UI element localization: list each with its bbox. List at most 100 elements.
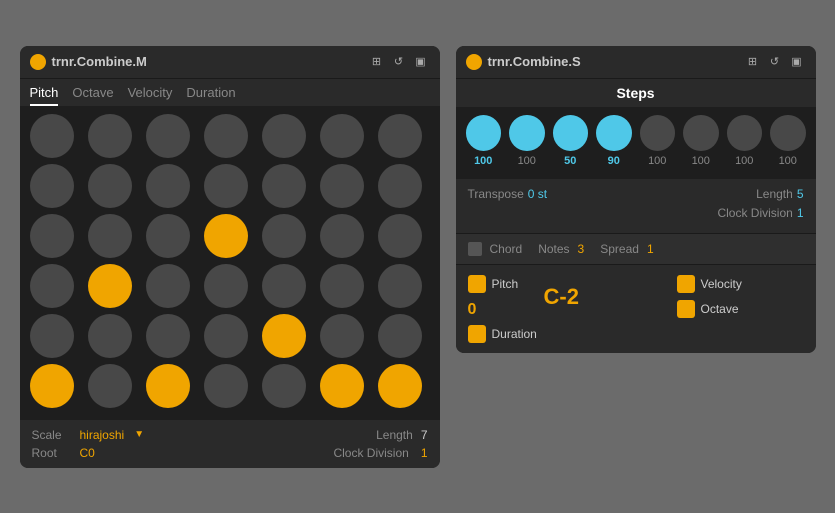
- grid-dot-2-4[interactable]: [262, 214, 306, 258]
- grid-dot-4-3[interactable]: [204, 314, 248, 358]
- grid-dot-5-6[interactable]: [378, 364, 422, 408]
- legend-duration: Duration: [468, 325, 538, 343]
- root-value[interactable]: C0: [80, 446, 95, 460]
- grid-dot-1-2[interactable]: [146, 164, 190, 208]
- grid-dot-0-0[interactable]: [30, 114, 74, 158]
- step-val-5: 100: [683, 155, 719, 167]
- grid-dot-1-5[interactable]: [320, 164, 364, 208]
- octave-swatch: [677, 300, 695, 318]
- step-dot-6[interactable]: [727, 115, 763, 151]
- steps-values-row: 1001005090100100100100: [466, 155, 806, 167]
- clock-div-label: Clock Division: [333, 446, 408, 460]
- tab-velocity[interactable]: Velocity: [128, 85, 173, 106]
- grid-dot-0-5[interactable]: [320, 114, 364, 158]
- grid-dot-3-5[interactable]: [320, 264, 364, 308]
- grid-dot-5-4[interactable]: [262, 364, 306, 408]
- grid-dot-0-4[interactable]: [262, 114, 306, 158]
- grid-dot-3-4[interactable]: [262, 264, 306, 308]
- left-panel-dot: [30, 54, 46, 70]
- duration-swatch: [468, 325, 486, 343]
- right-grid-icon[interactable]: ⊞: [744, 55, 762, 69]
- step-dot-2[interactable]: [553, 115, 589, 151]
- step-val-7: 100: [770, 155, 806, 167]
- grid-dot-1-0[interactable]: [30, 164, 74, 208]
- pitch-grid-area: [20, 106, 440, 420]
- grid-dot-5-3[interactable]: [204, 364, 248, 408]
- grid-dot-0-3[interactable]: [204, 114, 248, 158]
- chord-checkbox[interactable]: [468, 242, 482, 256]
- step-val-6: 100: [727, 155, 763, 167]
- grid-dot-5-5[interactable]: [320, 364, 364, 408]
- grid-dot-2-0[interactable]: [30, 214, 74, 258]
- right-panel-header: trnr.Combine.S ⊞ ↺ ▣: [456, 46, 816, 79]
- grid-dot-3-0[interactable]: [30, 264, 74, 308]
- grid-dot-4-0[interactable]: [30, 314, 74, 358]
- left-refresh-icon[interactable]: ↺: [390, 55, 408, 69]
- tab-duration[interactable]: Duration: [186, 85, 235, 106]
- grid-dot-2-6[interactable]: [378, 214, 422, 258]
- grid-dot-0-6[interactable]: [378, 114, 422, 158]
- grid-dot-4-1[interactable]: [88, 314, 132, 358]
- grid-dot-0-1[interactable]: [88, 114, 132, 158]
- length-value-right[interactable]: 5: [797, 187, 804, 201]
- grid-dot-5-1[interactable]: [88, 364, 132, 408]
- grid-dot-2-5[interactable]: [320, 214, 364, 258]
- left-panel-icons: ⊞ ↺ ▣: [368, 55, 430, 69]
- spread-value[interactable]: 1: [647, 242, 654, 256]
- scale-dropdown-arrow[interactable]: ▼: [134, 429, 144, 440]
- right-save-icon[interactable]: ▣: [788, 55, 806, 69]
- grid-dot-2-1[interactable]: [88, 214, 132, 258]
- grid-dot-1-6[interactable]: [378, 164, 422, 208]
- grid-dot-5-2[interactable]: [146, 364, 190, 408]
- tab-pitch[interactable]: Pitch: [30, 85, 59, 106]
- grid-dot-4-5[interactable]: [320, 314, 364, 358]
- grid-dot-4-2[interactable]: [146, 314, 190, 358]
- steps-header-bar: Steps: [456, 79, 816, 107]
- clock-div-value[interactable]: 1: [421, 446, 428, 460]
- velocity-legend-label: Velocity: [701, 277, 742, 291]
- params-section: Transpose 0 st Length 5 Clock Division 1: [456, 179, 816, 233]
- step-val-3: 90: [596, 155, 632, 167]
- grid-dot-4-4[interactable]: [262, 314, 306, 358]
- tab-octave[interactable]: Octave: [72, 85, 113, 106]
- grid-dot-2-3[interactable]: [204, 214, 248, 258]
- step-dot-3[interactable]: [596, 115, 632, 151]
- grid-dot-1-1[interactable]: [88, 164, 132, 208]
- transpose-value[interactable]: 0 st: [528, 187, 547, 201]
- step-dot-5[interactable]: [683, 115, 719, 151]
- grid-dot-3-6[interactable]: [378, 264, 422, 308]
- left-panel-header: trnr.Combine.M ⊞ ↺ ▣: [20, 46, 440, 79]
- right-refresh-icon[interactable]: ↺: [766, 55, 784, 69]
- grid-dot-1-3[interactable]: [204, 164, 248, 208]
- left-panel-title: trnr.Combine.M: [52, 54, 362, 69]
- step-dot-4[interactable]: [640, 115, 676, 151]
- grid-dot-0-2[interactable]: [146, 114, 190, 158]
- legend-octave: Octave: [677, 300, 804, 318]
- step-dot-7[interactable]: [770, 115, 806, 151]
- grid-dot-4-6[interactable]: [378, 314, 422, 358]
- step-val-4: 100: [640, 155, 676, 167]
- left-panel: trnr.Combine.M ⊞ ↺ ▣ Pitch Octave Veloci…: [20, 46, 440, 468]
- grid-dot-2-2[interactable]: [146, 214, 190, 258]
- step-dot-0[interactable]: [466, 115, 502, 151]
- grid-dot-3-2[interactable]: [146, 264, 190, 308]
- scale-label: Scale: [32, 428, 72, 442]
- left-grid-icon[interactable]: ⊞: [368, 55, 386, 69]
- grid-dot-5-0[interactable]: [30, 364, 74, 408]
- grid-dot-1-4[interactable]: [262, 164, 306, 208]
- step-dot-1[interactable]: [509, 115, 545, 151]
- length-value[interactable]: 7: [421, 428, 428, 442]
- grid-dot-3-1[interactable]: [88, 264, 132, 308]
- pitch-swatch: [468, 275, 486, 293]
- length-label: Length: [376, 428, 413, 442]
- length-label-right: Length: [756, 187, 793, 201]
- left-save-icon[interactable]: ▣: [412, 55, 430, 69]
- step-val-0: 100: [466, 155, 502, 167]
- pitch-legend-label: Pitch: [492, 277, 519, 291]
- clock-division-value-right[interactable]: 1: [797, 206, 804, 220]
- footer-row-scale: Scale hirajoshi ▼ Length 7: [32, 428, 428, 442]
- grid-dot-3-3[interactable]: [204, 264, 248, 308]
- notes-value[interactable]: 3: [578, 242, 585, 256]
- scale-value[interactable]: hirajoshi: [80, 428, 125, 442]
- note-number: 0: [468, 301, 538, 319]
